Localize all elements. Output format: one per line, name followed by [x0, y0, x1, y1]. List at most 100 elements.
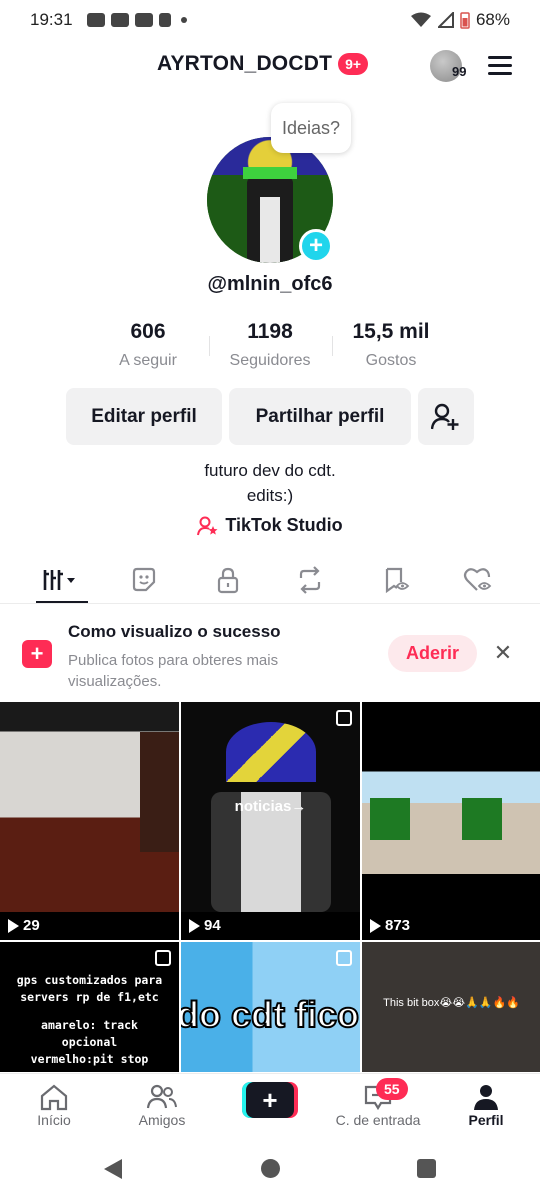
battery-percent: 68%	[475, 10, 510, 29]
more-dot-icon	[180, 17, 187, 23]
video-thumbnail[interactable]: do cdt ficou	[181, 942, 360, 1072]
plus-icon: +	[246, 1082, 294, 1118]
video-thumbnail[interactable]: noticias→ 94	[181, 702, 360, 940]
inbox-badge: 55	[376, 1078, 408, 1100]
coin-count: 99	[452, 64, 467, 79]
notification-badge: 9+	[338, 53, 369, 75]
banner-text: Publica fotos para obteres mais visualiz…	[68, 652, 279, 690]
play-icon	[189, 918, 200, 933]
thumb-text: gps customizados para	[16, 973, 163, 987]
youtube-icon	[134, 13, 153, 27]
tab-liked[interactable]	[448, 558, 508, 602]
wifi-icon	[410, 12, 431, 27]
studio-label: TikTok Studio	[225, 515, 343, 535]
profile-header: AYRTON_DOCDT 9+ 99	[0, 44, 540, 90]
creator-tip-banner: + Como visualizo o sucesso Publica fotos…	[0, 608, 540, 700]
tab-saved[interactable]	[366, 558, 426, 602]
close-icon[interactable]: ✕	[492, 642, 514, 664]
username: AYRTON_DOCDT	[157, 52, 333, 75]
studio-icon	[197, 516, 218, 535]
tab-stickers[interactable]	[114, 558, 174, 602]
video-grid: 29 noticias→ 94 873 gps customizados par…	[0, 702, 540, 1072]
nav-label: C. de entrada	[335, 1112, 421, 1128]
stat-label: A seguir	[119, 352, 177, 369]
back-icon[interactable]	[104, 1159, 122, 1179]
video-thumbnail[interactable]: gps customizados para servers rp de f1,e…	[0, 942, 179, 1072]
menu-icon[interactable]	[488, 56, 512, 76]
video-thumbnail[interactable]: 873	[362, 702, 540, 940]
status-time: 19:31	[30, 10, 73, 29]
sticker-icon	[132, 567, 156, 592]
bio-line: futuro dev do cdt.	[204, 461, 336, 480]
ideas-bubble[interactable]: Ideias?	[271, 103, 351, 153]
heart-hidden-icon	[463, 568, 492, 591]
tab-reposts[interactable]	[280, 558, 340, 602]
share-profile-button[interactable]: Partilhar perfil	[229, 388, 411, 445]
video-caption: This bit box😭😭🙏🙏🔥🔥	[383, 997, 520, 1009]
discord-icon	[86, 13, 105, 27]
battery-icon	[460, 12, 470, 29]
profile-icon	[474, 1085, 498, 1110]
stat-value: 606	[130, 320, 166, 343]
edit-profile-button[interactable]: Editar perfil	[66, 388, 222, 445]
create-button[interactable]: +	[242, 1082, 298, 1118]
active-tab-indicator	[36, 601, 88, 603]
video-caption: do cdt ficou	[181, 993, 360, 1036]
add-friend-button[interactable]	[418, 388, 474, 445]
stat-following[interactable]: 606 A seguir	[88, 320, 208, 370]
nav-label: Amigos	[138, 1112, 186, 1128]
tab-private[interactable]	[198, 558, 258, 602]
photo-carousel-icon	[336, 950, 352, 966]
stat-value: 1198	[247, 320, 293, 343]
stat-label: Gostos	[365, 352, 417, 369]
stat-followers[interactable]: 1198 Seguidores	[210, 320, 330, 370]
status-bar: 19:31 68%	[0, 0, 540, 40]
repost-icon	[299, 566, 321, 594]
bookmark-hidden-icon	[385, 567, 410, 594]
tab-videos[interactable]	[32, 558, 92, 602]
play-icon	[8, 918, 19, 933]
profile-stats: 606 A seguir 1198 Seguidores 15,5 mil Go…	[0, 320, 540, 380]
system-navigation	[0, 1140, 540, 1200]
view-count: 873	[370, 917, 410, 934]
lock-icon	[217, 567, 239, 594]
friends-icon	[146, 1084, 177, 1109]
content-tabs	[0, 558, 540, 604]
bio: futuro dev do cdt. edits:)	[0, 458, 540, 508]
add-person-icon	[431, 403, 459, 430]
signal-icon	[437, 12, 454, 28]
recents-icon[interactable]	[417, 1159, 436, 1178]
nav-profile[interactable]: Perfil	[436, 1082, 536, 1128]
status-right: 68%	[410, 10, 510, 30]
view-count: 29	[8, 917, 40, 934]
thumb-text: amarelo: track	[41, 1018, 138, 1032]
bottom-navigation: Início Amigos + C. de entrada 55 Perfil	[0, 1073, 540, 1139]
join-button[interactable]: Aderir	[388, 635, 477, 672]
video-thumbnail[interactable]: 29	[0, 702, 179, 940]
stat-likes[interactable]: 15,5 mil Gostos	[331, 320, 451, 370]
nav-label: Perfil	[468, 1112, 504, 1128]
account-switcher[interactable]: AYRTON_DOCDT 9+	[157, 52, 369, 76]
thumb-text: servers rp de f1,etc	[20, 990, 159, 1004]
youtube-icon	[110, 13, 129, 27]
stat-label: Seguidores	[229, 352, 311, 369]
nav-home[interactable]: Início	[4, 1082, 104, 1128]
add-story-plus-icon[interactable]: +	[299, 229, 333, 263]
thumb-text: vermelho:pit stop	[30, 1052, 149, 1066]
stat-value: 15,5 mil	[352, 320, 430, 343]
tiktok-studio-link[interactable]: TikTok Studio	[0, 515, 540, 536]
home-circle-icon[interactable]	[261, 1159, 280, 1178]
user-handle: @mlnin_ofc6	[207, 273, 333, 295]
video-thumbnail[interactable]: This bit box😭😭🙏🙏🔥🔥	[362, 942, 540, 1072]
nav-friends[interactable]: Amigos	[112, 1082, 212, 1128]
banner-title: Como visualizo o sucesso	[68, 622, 281, 641]
thumb-text: opcional	[61, 1035, 118, 1049]
home-icon	[40, 1084, 68, 1111]
nav-label: Início	[37, 1112, 71, 1128]
camera-plus-icon: +	[22, 640, 52, 668]
view-count: 94	[189, 917, 221, 934]
grid-dropdown-icon	[43, 570, 75, 590]
bio-line: edits:)	[246, 486, 294, 505]
b-app-icon	[158, 13, 171, 27]
photo-carousel-icon	[336, 710, 352, 726]
